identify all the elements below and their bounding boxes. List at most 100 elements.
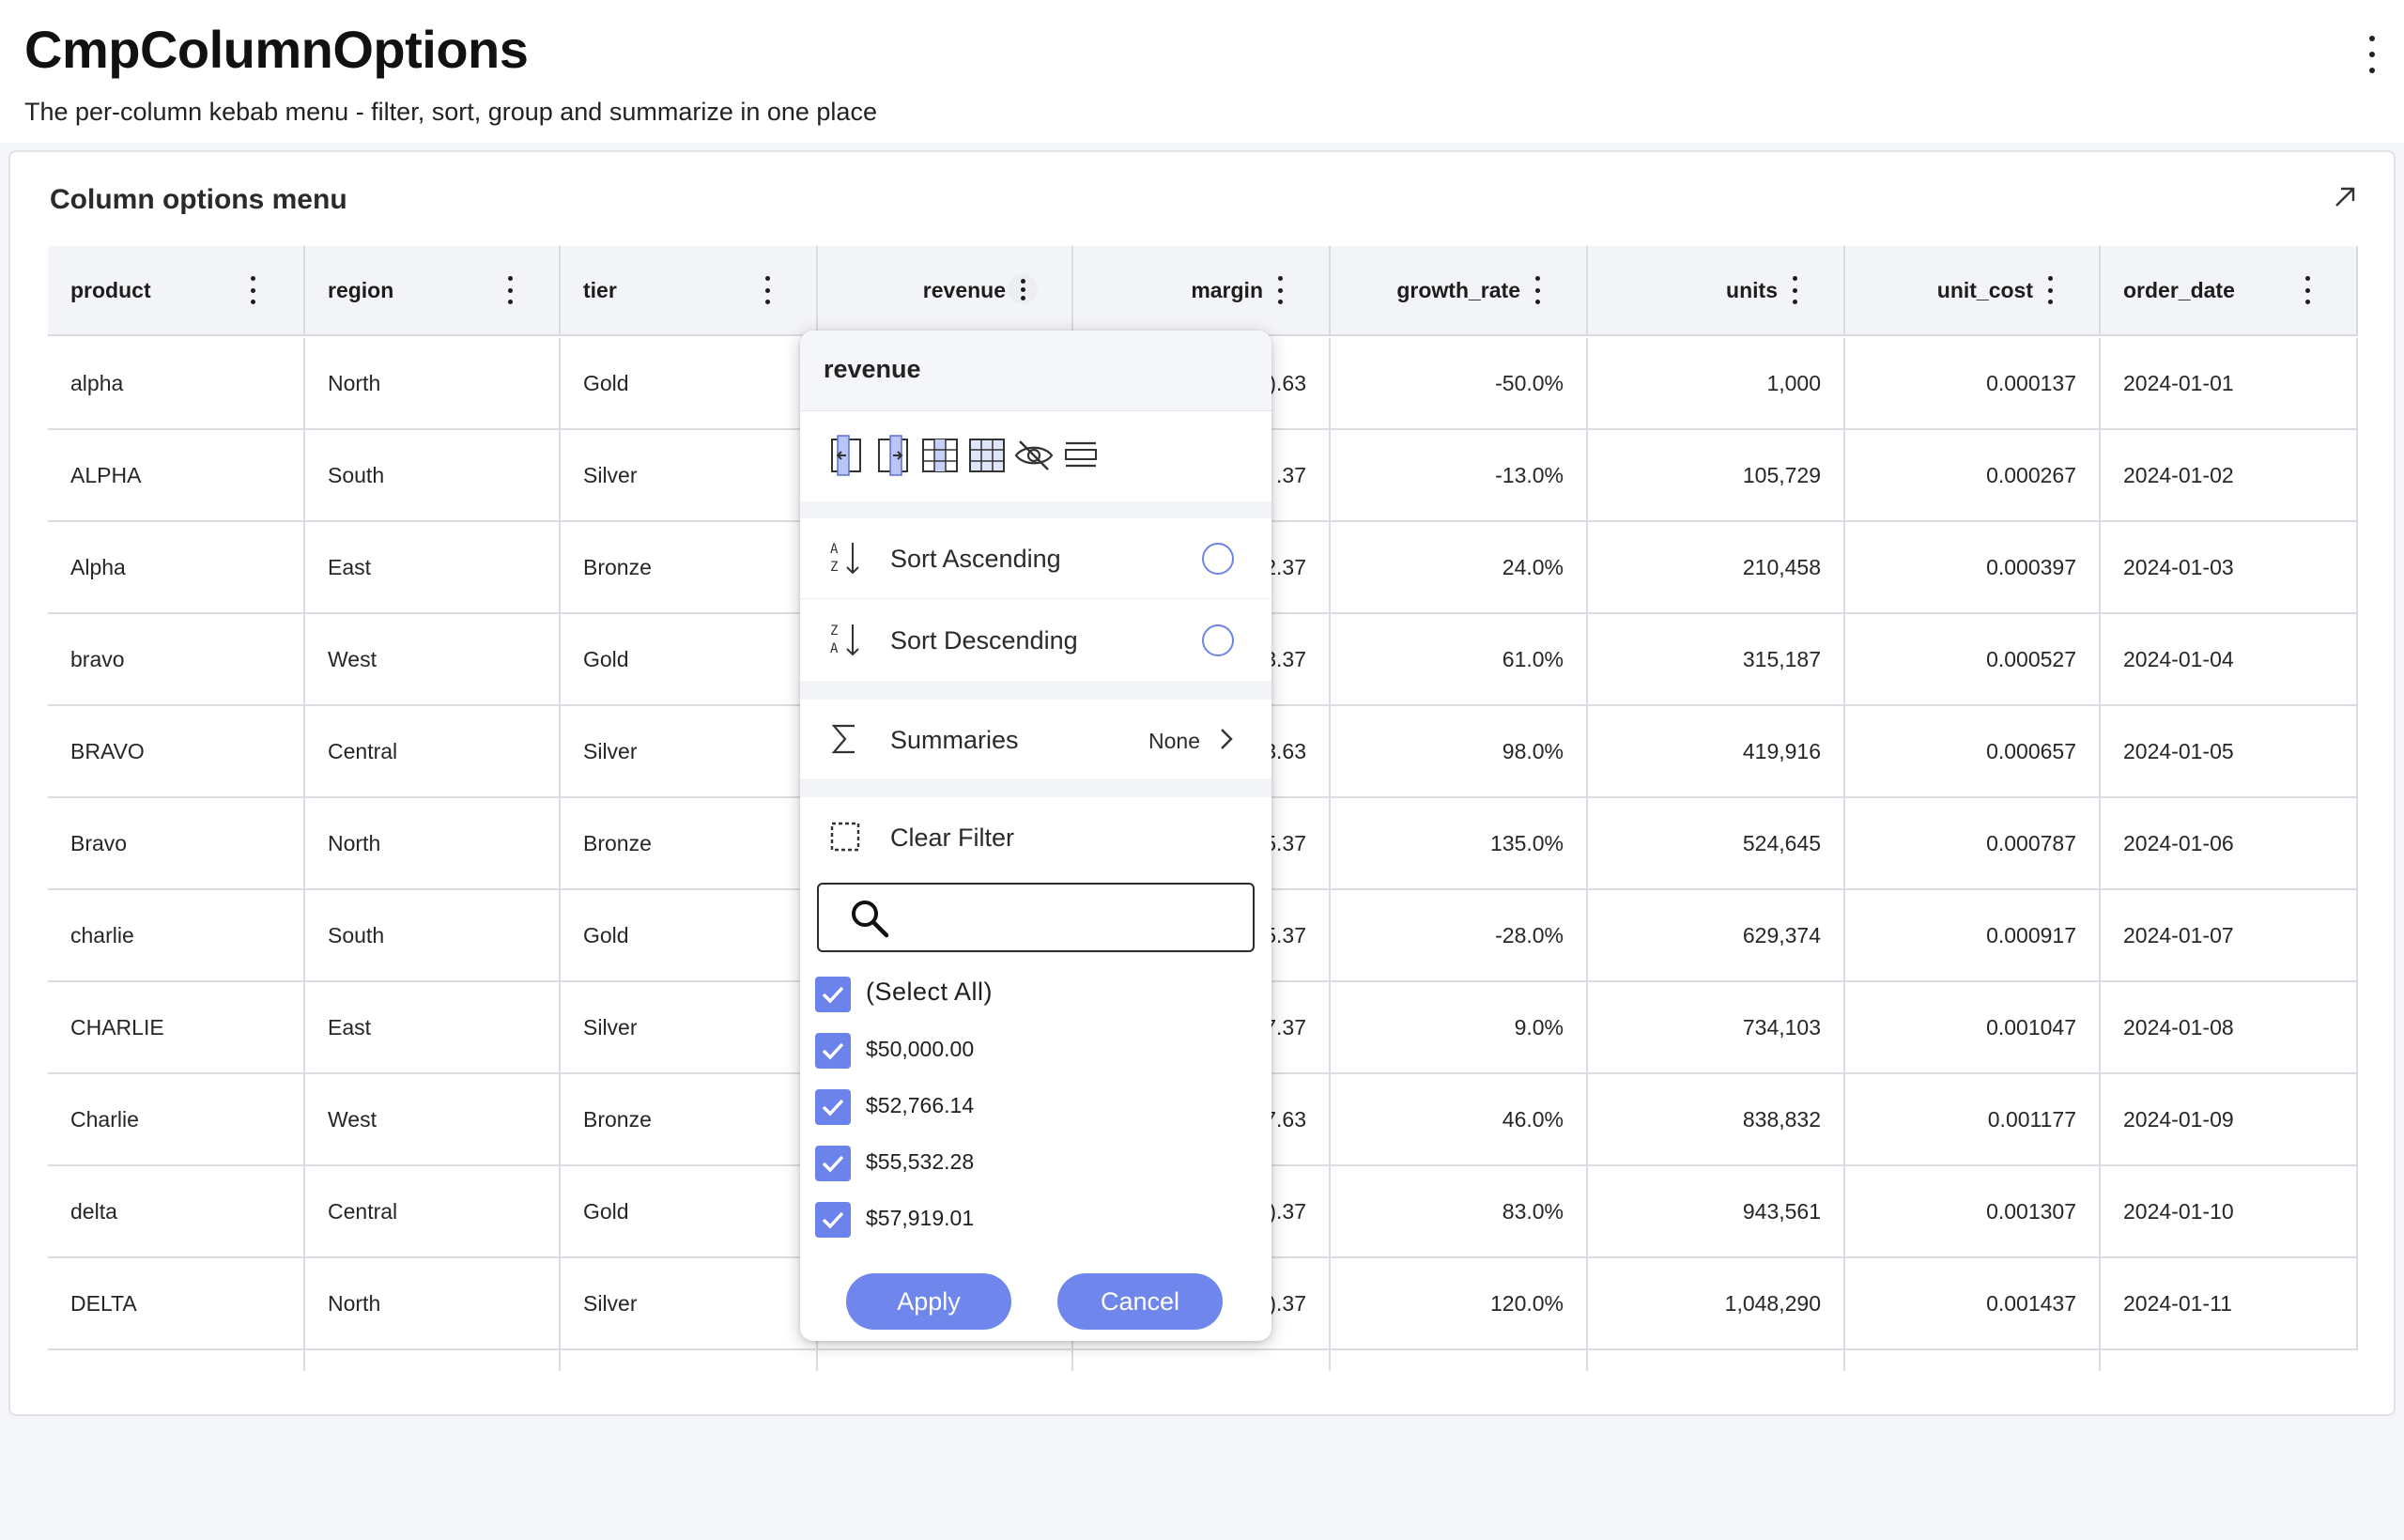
column-header-units[interactable]: units (1588, 246, 1845, 336)
group-icon[interactable] (1059, 434, 1102, 477)
column-kebab-icon[interactable] (2298, 276, 2317, 304)
cell-unit-cost[interactable]: 0.000137 (1845, 338, 2101, 428)
cell-units[interactable]: 1,000 (1588, 338, 1845, 428)
cell-product[interactable]: Charlie (48, 1074, 305, 1164)
cell-order-date[interactable]: 2024-01-06 (2101, 798, 2358, 888)
cell-units[interactable]: 315,187 (1588, 614, 1845, 704)
cell-unit-cost[interactable]: 0.000657 (1845, 706, 2101, 796)
clear-filter-item[interactable]: Clear Filter (800, 797, 1271, 876)
cell-tier[interactable]: Silver (561, 1258, 818, 1348)
cell-tier[interactable]: Bronze (561, 798, 818, 888)
cell-region[interactable]: South (305, 430, 561, 520)
cell-units[interactable]: 1,048,290 (1588, 1258, 1845, 1348)
column-kebab-icon[interactable] (758, 276, 777, 304)
cell-growth-rate[interactable]: -28.0% (1331, 890, 1588, 980)
cell-product[interactable]: charlie (48, 890, 305, 980)
cell-unit-cost[interactable]: 0.000917 (1845, 890, 2101, 980)
cell-order-date[interactable]: 2024-01-09 (2101, 1074, 2358, 1164)
cell-tier[interactable]: Silver (561, 430, 818, 520)
cell-region[interactable]: East (305, 522, 561, 612)
cell-unit-cost[interactable]: 0.000787 (1845, 798, 2101, 888)
filter-value-checkbox[interactable]: $52,766.14 (815, 1084, 1210, 1131)
sort-descending-item[interactable]: Z A Sort Descending (800, 600, 1271, 681)
pin-right-icon[interactable] (871, 434, 915, 477)
column-kebab-icon[interactable] (1271, 276, 1289, 304)
sort-ascending-item[interactable]: A Z Sort Ascending (800, 518, 1271, 599)
cell-growth-rate[interactable]: 61.0% (1331, 614, 1588, 704)
column-header-tier[interactable]: tier (561, 246, 818, 336)
column-grid-icon[interactable] (918, 434, 962, 477)
filter-value-checkbox[interactable]: $50,000.00 (815, 1027, 1210, 1074)
cell-order-date[interactable]: 2024-01-02 (2101, 430, 2358, 520)
cell-unit-cost[interactable]: 0.001437 (1845, 1258, 2101, 1348)
filter-search-box[interactable] (817, 883, 1255, 952)
column-kebab-icon[interactable] (1785, 276, 1804, 304)
column-kebab-icon[interactable] (1008, 274, 1038, 304)
select-all-checkbox[interactable]: (Select All) (815, 971, 1228, 1018)
column-header-region[interactable]: region (305, 246, 561, 336)
cancel-button[interactable]: Cancel (1057, 1273, 1223, 1330)
cell-product[interactable]: Bravo (48, 798, 305, 888)
cell-growth-rate[interactable]: 120.0% (1331, 1258, 1588, 1348)
cell-region[interactable]: West (305, 614, 561, 704)
column-kebab-icon[interactable] (1528, 276, 1547, 304)
cell-product[interactable]: Alpha (48, 522, 305, 612)
column-header-growth-rate[interactable]: growth_rate (1331, 246, 1588, 336)
filter-value-checkbox[interactable]: $55,532.28 (815, 1140, 1210, 1187)
column-kebab-icon[interactable] (2041, 276, 2059, 304)
cell-order-date[interactable]: 2024-01-03 (2101, 522, 2358, 612)
cell-order-date[interactable]: 2024-01-08 (2101, 982, 2358, 1072)
cell-units[interactable]: 629,374 (1588, 890, 1845, 980)
cell-order-date[interactable]: 2024-01-01 (2101, 338, 2358, 428)
cell-unit-cost[interactable]: 0.001047 (1845, 982, 2101, 1072)
column-kebab-icon[interactable] (501, 276, 519, 304)
cell-tier[interactable]: Gold (561, 1166, 818, 1256)
filter-search-input[interactable] (903, 894, 1241, 943)
cell-order-date[interactable]: 2024-01-10 (2101, 1166, 2358, 1256)
cell-product[interactable]: alpha (48, 338, 305, 428)
cell-units[interactable]: 105,729 (1588, 430, 1845, 520)
cell-growth-rate[interactable]: -13.0% (1331, 430, 1588, 520)
cell-growth-rate[interactable]: 83.0% (1331, 1166, 1588, 1256)
cell-unit-cost[interactable]: 0.000397 (1845, 522, 2101, 612)
cell-product[interactable]: DELTA (48, 1258, 305, 1348)
cell-unit-cost[interactable]: 0.001177 (1845, 1074, 2101, 1164)
hide-icon[interactable] (1012, 434, 1056, 477)
cell-units[interactable]: 838,832 (1588, 1074, 1845, 1164)
summaries-item[interactable]: Summaries None (800, 700, 1271, 778)
cell-tier[interactable]: Gold (561, 890, 818, 980)
apply-button[interactable]: Apply (846, 1273, 1011, 1330)
column-header-unit-cost[interactable]: unit_cost (1845, 246, 2101, 336)
column-header-order-date[interactable]: order_date (2101, 246, 2358, 336)
cell-growth-rate[interactable]: 46.0% (1331, 1074, 1588, 1164)
cell-product[interactable]: BRAVO (48, 706, 305, 796)
cell-units[interactable]: 210,458 (1588, 522, 1845, 612)
cell-units[interactable]: 734,103 (1588, 982, 1845, 1072)
column-header-product[interactable]: product (48, 246, 305, 336)
column-header-revenue[interactable]: revenue (818, 246, 1073, 336)
cell-region[interactable]: North (305, 1258, 561, 1348)
cell-region[interactable]: South (305, 890, 561, 980)
grid-icon[interactable] (965, 434, 1009, 477)
cell-tier[interactable]: Gold (561, 614, 818, 704)
cell-region[interactable]: East (305, 982, 561, 1072)
cell-units[interactable]: 943,561 (1588, 1166, 1845, 1256)
cell-growth-rate[interactable]: 9.0% (1331, 982, 1588, 1072)
cell-product[interactable]: bravo (48, 614, 305, 704)
cell-region[interactable]: Central (305, 1166, 561, 1256)
cell-growth-rate[interactable]: -50.0% (1331, 338, 1588, 428)
cell-order-date[interactable]: 2024-01-11 (2101, 1258, 2358, 1348)
cell-unit-cost[interactable]: 0.000527 (1845, 614, 2101, 704)
cell-units[interactable]: 524,645 (1588, 798, 1845, 888)
cell-growth-rate[interactable]: 135.0% (1331, 798, 1588, 888)
cell-product[interactable]: ALPHA (48, 430, 305, 520)
cell-tier[interactable]: Bronze (561, 522, 818, 612)
cell-order-date[interactable]: 2024-01-07 (2101, 890, 2358, 980)
cell-units[interactable]: 419,916 (1588, 706, 1845, 796)
cell-tier[interactable]: Silver (561, 982, 818, 1072)
cell-region[interactable]: North (305, 798, 561, 888)
cell-unit-cost[interactable]: 0.001307 (1845, 1166, 2101, 1256)
cell-tier[interactable]: Gold (561, 338, 818, 428)
cell-region[interactable]: Central (305, 706, 561, 796)
expand-icon[interactable] (2332, 184, 2358, 210)
